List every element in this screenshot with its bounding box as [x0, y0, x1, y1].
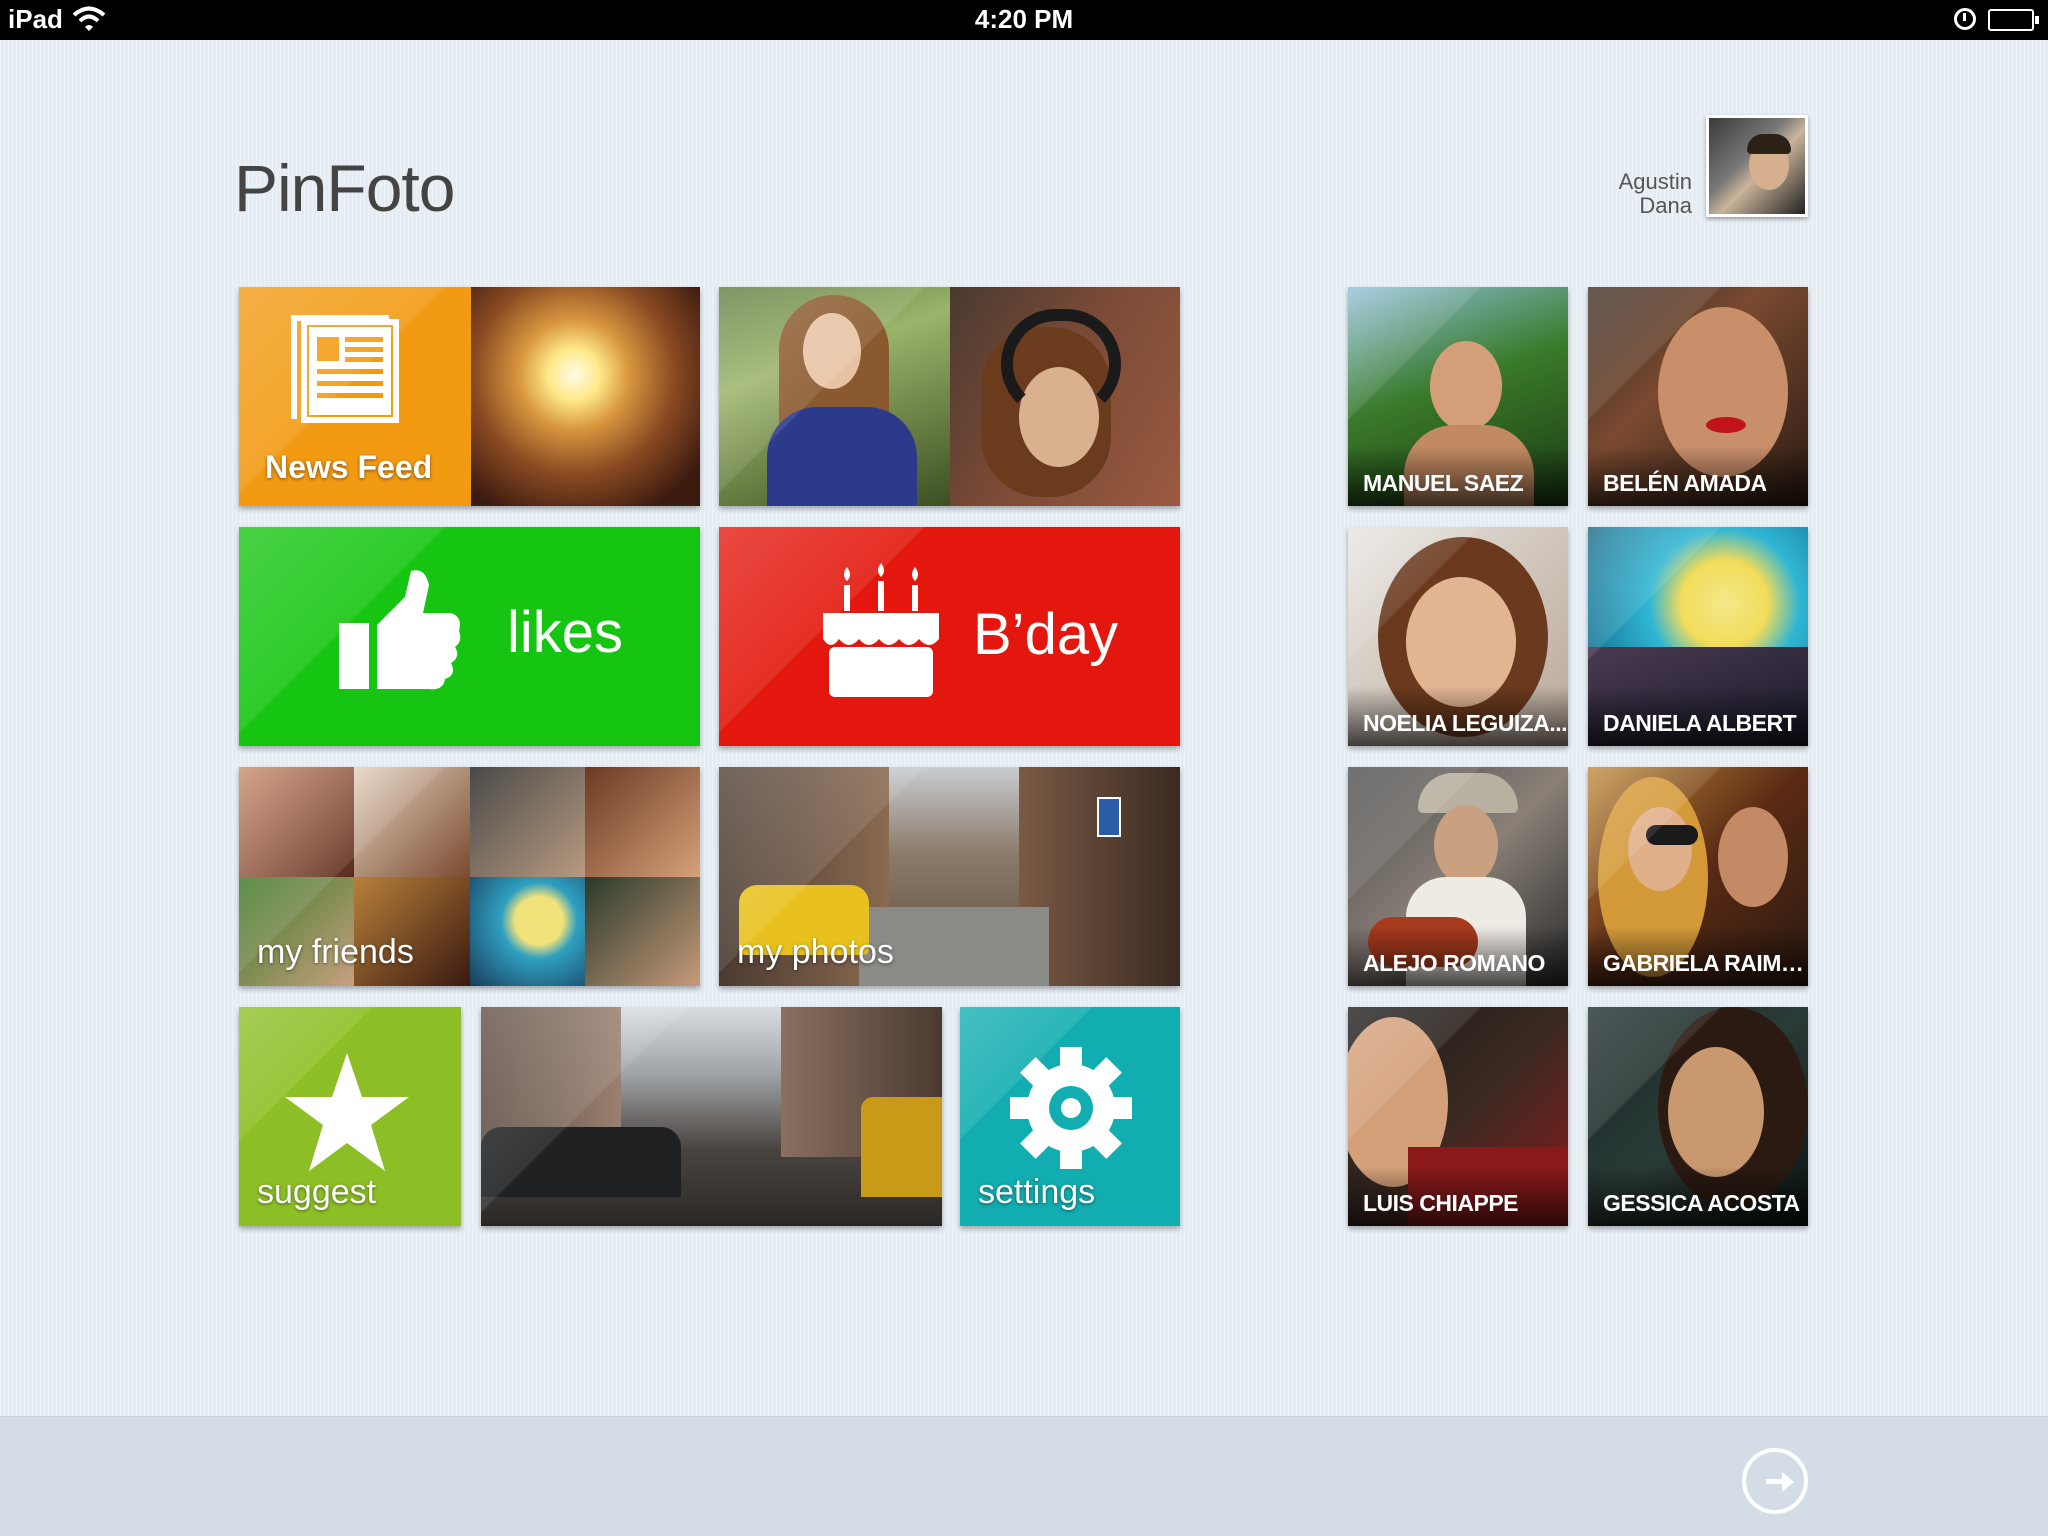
- friend-tile-luis-chiappe[interactable]: LUIS CHIAPPE: [1348, 1007, 1568, 1226]
- friend-face-2: [1718, 807, 1788, 907]
- friend-tile-belen-amada[interactable]: BELÉN AMADA: [1588, 287, 1808, 506]
- status-time: 4:20 PM: [974, 4, 1074, 34]
- birthday-tile[interactable]: B’day: [719, 527, 1180, 746]
- likes-label: likes: [507, 600, 624, 665]
- user-name[interactable]: Agustin Dana: [1619, 170, 1692, 218]
- logout-button[interactable]: [1742, 1448, 1808, 1514]
- friend-face: [1434, 805, 1498, 885]
- friend-tile-alejo-romano[interactable]: ALEJO ROMANO: [1348, 767, 1568, 986]
- street-photo-tile[interactable]: [481, 1007, 942, 1226]
- friend-thumb-8: [585, 877, 700, 986]
- friend-thumb-4: [585, 767, 700, 877]
- friend-name: NOELIA LEGUIZA...: [1348, 686, 1568, 746]
- suggest-tile[interactable]: suggest: [239, 1007, 461, 1226]
- friend-tile-manuel-saez[interactable]: MANUEL SAEZ: [1348, 287, 1568, 506]
- gear-icon: [1010, 1047, 1132, 1169]
- user-avatar[interactable]: [1706, 115, 1808, 217]
- friend-sunglasses: [1646, 825, 1698, 845]
- my-photos-tile[interactable]: my photos: [719, 767, 1180, 986]
- headphones-icon: [1001, 309, 1121, 419]
- featured-photos-tile[interactable]: [719, 287, 1180, 506]
- friend-name: DANIELA ALBERT: [1588, 686, 1808, 746]
- status-bar: iPad 4:20 PM: [0, 0, 2048, 40]
- woman-left-face: [803, 313, 861, 389]
- friend-name: ALEJO ROMANO: [1348, 926, 1568, 986]
- friend-name: LUIS CHIAPPE: [1348, 1166, 1568, 1226]
- friend-tile-gessica-acosta[interactable]: GESSICA ACOSTA: [1588, 1007, 1808, 1226]
- logout-arrow-head: [1782, 1472, 1794, 1492]
- star-icon: [285, 1053, 409, 1171]
- likes-tile[interactable]: likes: [239, 527, 700, 746]
- friend-thumb-3: [470, 767, 585, 877]
- battery-icon: [1988, 9, 2039, 31]
- parking-sign: [1097, 797, 1121, 837]
- news-feed-label: News Feed: [265, 449, 433, 485]
- birthday-label: B’day: [973, 602, 1119, 667]
- settings-label: settings: [978, 1173, 1096, 1211]
- friend-thumb-2: [354, 767, 470, 877]
- woman-left-dress: [767, 407, 917, 506]
- friend-name: BELÉN AMADA: [1588, 446, 1808, 506]
- friend-name: GABRIELA RAIMO...: [1588, 926, 1808, 986]
- friend-name: GESSICA ACOSTA: [1588, 1166, 1808, 1226]
- thumbs-up-icon: [339, 570, 461, 690]
- orientation-lock-icon: [1954, 8, 1976, 30]
- newspaper-icon: [291, 315, 399, 425]
- user-first-name: Agustin: [1618, 169, 1692, 194]
- friend-name: MANUEL SAEZ: [1348, 446, 1568, 506]
- friend-tile-daniela-albert[interactable]: DANIELA ALBERT: [1588, 527, 1808, 746]
- friend-face: [1628, 807, 1692, 891]
- yellow-truck: [861, 1097, 942, 1197]
- friend-thumb-7: [470, 877, 585, 986]
- cake-icon: [823, 563, 939, 697]
- friend-tile-gabriela-raimondi[interactable]: GABRIELA RAIMO...: [1588, 767, 1808, 986]
- tile-gloss: [239, 527, 700, 746]
- parked-cars-left: [481, 1127, 681, 1197]
- settings-tile[interactable]: settings: [960, 1007, 1180, 1226]
- friend-face: [1668, 1047, 1764, 1177]
- friend-lips: [1706, 417, 1746, 433]
- news-feed-tile[interactable]: News Feed: [239, 287, 700, 506]
- avatar-hair: [1747, 134, 1791, 154]
- bottom-bar: [0, 1416, 2048, 1536]
- my-friends-tile[interactable]: my friends: [239, 767, 700, 986]
- user-last-name: Dana: [1639, 193, 1692, 218]
- my-photos-label: my photos: [737, 933, 894, 971]
- friend-face: [1430, 341, 1502, 431]
- suggest-label: suggest: [257, 1173, 377, 1211]
- friend-thumb-1: [239, 767, 354, 877]
- lamp-photo: [471, 287, 700, 506]
- app-title: PinFoto: [234, 151, 455, 225]
- my-friends-label: my friends: [257, 933, 414, 971]
- friend-tile-noelia-leguizamon[interactable]: NOELIA LEGUIZA...: [1348, 527, 1568, 746]
